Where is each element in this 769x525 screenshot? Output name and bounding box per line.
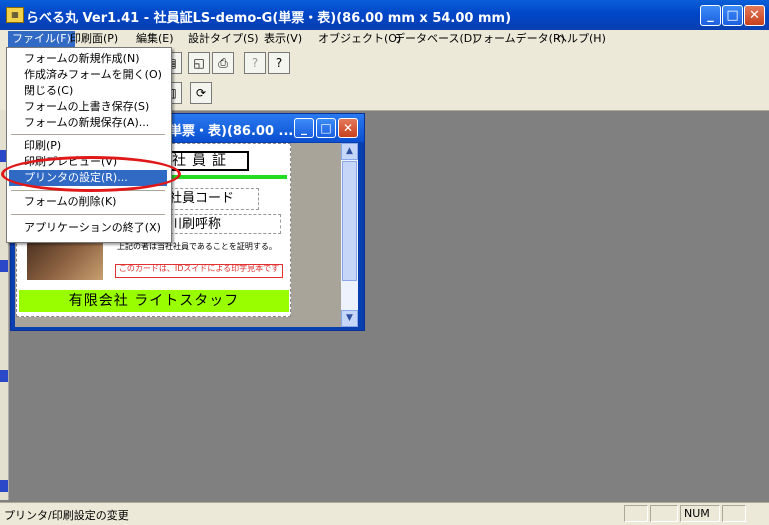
name-field[interactable]: 川刷呼称 (165, 214, 281, 234)
menu-print-side[interactable]: 印刷面(P) (66, 31, 122, 47)
scroll-thumb[interactable] (342, 161, 357, 281)
status-num-indicator: NUM (680, 505, 720, 522)
doc-minimize-button[interactable]: _ (294, 118, 314, 138)
context-help-icon[interactable]: ? (244, 52, 266, 74)
employee-code-field[interactable]: 社員コード (165, 188, 259, 210)
menu-view[interactable]: 表示(V) (260, 31, 306, 47)
minimize-button[interactable]: _ (700, 5, 721, 26)
doc-maximize-button[interactable]: □ (316, 118, 336, 138)
window-title: らべる丸 Ver1.41 - 社員証LS-demo-G(単票・表)(86.00 … (26, 11, 512, 26)
menu-item-exit[interactable]: アプリケーションの終了(X) (9, 220, 167, 236)
title-bar: ▦ らべる丸 Ver1.41 - 社員証LS-demo-G(単票・表)(86.0… (0, 0, 769, 30)
scroll-up-icon[interactable]: ▲ (341, 143, 358, 160)
employee-photo[interactable] (27, 240, 103, 280)
vertical-scrollbar[interactable]: ▲ ▼ (341, 143, 358, 327)
print-icon[interactable]: ⎙ (212, 52, 234, 74)
company-name[interactable]: 有限会社 ライトスタッフ (19, 290, 289, 312)
status-message: プリンタ/印刷設定の変更 (4, 509, 129, 522)
close-button[interactable]: ✕ (744, 5, 765, 26)
red-highlight-ellipse (1, 156, 181, 192)
menu-item-print[interactable]: 印刷(P) (9, 138, 167, 154)
menu-separator (11, 214, 165, 215)
doc-close-button[interactable]: ✕ (338, 118, 358, 138)
file-menu: フォームの新規作成(N) 作成済みフォームを開く(O) 閉じる(C) フォームの… (6, 47, 172, 243)
menu-database[interactable]: データベース(D) (390, 31, 481, 47)
status-bar: プリンタ/印刷設定の変更 NUM (0, 502, 769, 525)
status-panel (624, 505, 648, 522)
menu-item-close[interactable]: 閉じる(C) (9, 83, 167, 99)
card-warning[interactable]: このカードは、IDスイドによる印字見本です (115, 264, 283, 278)
help-icon[interactable]: ? (268, 52, 290, 74)
menu-edit[interactable]: 編集(E) (132, 31, 178, 47)
menu-file[interactable]: ファイル(F) (8, 31, 75, 47)
status-panel (722, 505, 746, 522)
scroll-down-icon[interactable]: ▼ (341, 310, 358, 327)
refresh-icon[interactable]: ⟳ (190, 82, 212, 104)
menu-item-save[interactable]: フォームの上書き保存(S) (9, 99, 167, 115)
menu-separator (11, 134, 165, 135)
menu-item-delete-form[interactable]: フォームの削除(K) (9, 194, 167, 210)
app-icon: ▦ (6, 7, 24, 23)
card-note[interactable]: 上記の者は当社社員であることを証明する。 (117, 242, 283, 252)
menu-help[interactable]: ヘルプ(H) (552, 31, 610, 47)
menu-design-type[interactable]: 設計タイプ(S) (184, 31, 263, 47)
status-panel (650, 505, 678, 522)
print-preview-icon[interactable]: ◱ (188, 52, 210, 74)
document-title: 単票・表)(86.00 ... (169, 124, 294, 139)
menu-bar: ファイル(F) 印刷面(P) 編集(E) 設計タイプ(S) 表示(V) オブジェ… (0, 30, 769, 48)
menu-item-new-form[interactable]: フォームの新規作成(N) (9, 51, 167, 67)
maximize-button[interactable]: □ (722, 5, 743, 26)
menu-item-save-as[interactable]: フォームの新規保存(A)... (9, 115, 167, 131)
menu-item-open-form[interactable]: 作成済みフォームを開く(O) (9, 67, 167, 83)
